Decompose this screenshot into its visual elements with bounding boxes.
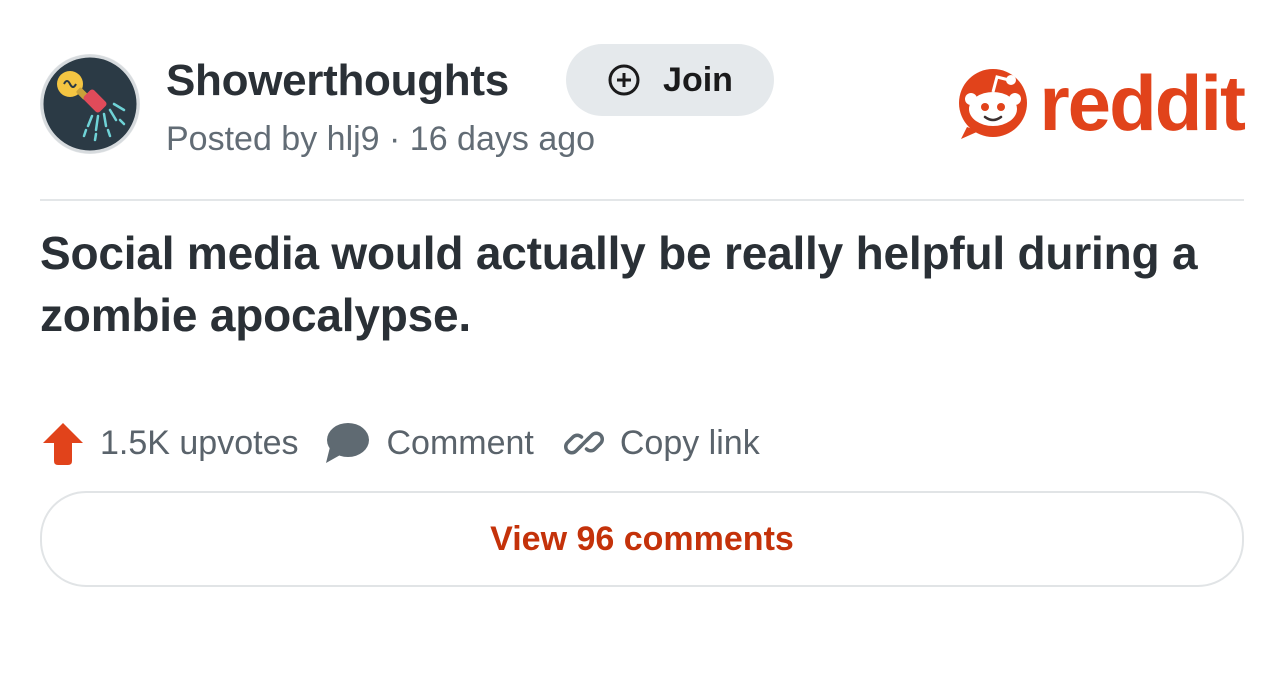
reddit-snoo-icon [959, 69, 1028, 139]
reddit-logo: reddit [957, 59, 1246, 147]
upvote-button[interactable]: 1.5K upvotes [40, 419, 298, 467]
speech-bubble-icon [326, 423, 370, 463]
join-button[interactable]: Join [566, 44, 774, 116]
reddit-wordmark: reddit [1039, 59, 1246, 147]
link-icon [563, 431, 604, 455]
lightbulb-shower-icon [40, 54, 140, 154]
upvote-arrow-icon [43, 423, 83, 465]
view-comments-button[interactable]: View 96 comments [40, 491, 1244, 587]
copy-link-label: Copy link [619, 423, 760, 462]
subreddit-avatar[interactable] [40, 54, 140, 154]
subreddit-name[interactable]: Showerthoughts [166, 56, 509, 106]
join-label: Join [663, 60, 733, 99]
post-header: Showerthoughts Join Posted by hlj9 · 16 … [40, 42, 1246, 162]
upvotes-count: 1.5K upvotes [100, 423, 299, 462]
post-meta: Posted by hlj9 · 16 days ago [166, 120, 596, 158]
comment-button[interactable]: Comment [324, 421, 534, 465]
plus-circle-icon [608, 64, 640, 96]
header-divider [40, 199, 1244, 201]
post-actions: 1.5K upvotes Comment Copy link [40, 414, 760, 472]
post-title[interactable]: Social media would actually be really he… [40, 222, 1244, 346]
comment-label: Comment [386, 423, 534, 462]
copy-link-button[interactable]: Copy link [563, 423, 760, 463]
